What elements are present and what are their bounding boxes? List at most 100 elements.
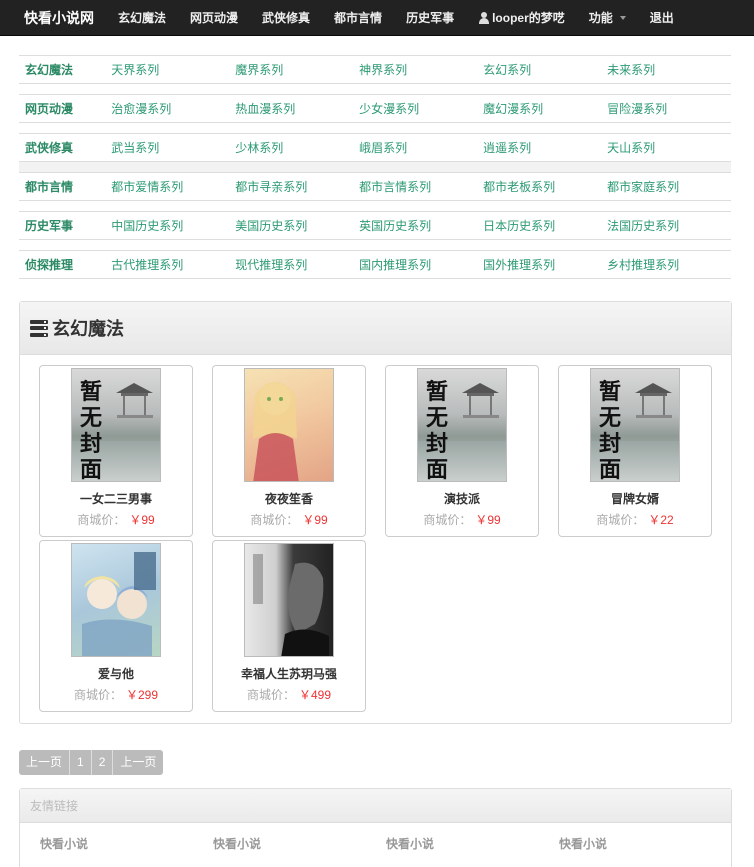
pavilion-illustration xyxy=(631,381,676,421)
category-link[interactable]: 天山系列 xyxy=(607,139,731,156)
friend-link[interactable]: 快看小说 xyxy=(213,835,261,852)
price-label: 商城价： xyxy=(246,688,295,702)
nav-item-anime[interactable]: 网页动漫 xyxy=(178,0,250,36)
category-link[interactable]: 峨眉系列 xyxy=(359,139,483,156)
book-cover[interactable]: 暂无封面 xyxy=(417,368,507,482)
nav-user[interactable]: looper的梦呓 xyxy=(466,0,577,36)
book-card[interactable]: 幸福人生苏玥马强 商城价： ￥499 xyxy=(212,540,366,712)
book-panel: 玄幻魔法 暂无封面 一女二三男事 商城价： ￥99 夜夜笙香 商城价： ￥99 暂无… xyxy=(19,301,732,724)
category-link[interactable]: 都市言情系列 xyxy=(359,178,483,195)
category-heading[interactable]: 历史军事 xyxy=(19,217,111,234)
category-row: 历史军事 中国历史系列 美国历史系列 英国历史系列 日本历史系列 法国历史系列 xyxy=(19,211,731,240)
category-heading[interactable]: 侦探推理 xyxy=(19,256,111,273)
category-link[interactable]: 逍遥系列 xyxy=(483,139,607,156)
category-link[interactable]: 日本历史系列 xyxy=(483,217,607,234)
book-title[interactable]: 演技派 xyxy=(386,490,538,507)
book-price: 商城价： ￥99 xyxy=(386,511,538,528)
friend-link[interactable]: 快看小说 xyxy=(40,835,88,852)
nav-item-xuanhuan[interactable]: 玄幻魔法 xyxy=(106,0,178,36)
book-card[interactable]: 暂无封面 冒牌女婿 商城价： ￥22 xyxy=(558,365,712,537)
friend-link[interactable]: 快看小说 xyxy=(559,835,607,852)
nav-item-urban[interactable]: 都市言情 xyxy=(322,0,394,36)
nav-item-history[interactable]: 历史军事 xyxy=(394,0,466,36)
category-link[interactable]: 玄幻系列 xyxy=(483,61,607,78)
nav-function-label: 功能 xyxy=(588,10,613,25)
book-title[interactable]: 爱与他 xyxy=(40,665,192,682)
page-2-button[interactable]: 2 xyxy=(91,750,114,775)
category-link[interactable]: 都市寻亲系列 xyxy=(235,178,359,195)
category-row: 侦探推理 古代推理系列 现代推理系列 国内推理系列 国外推理系列 乡村推理系列 xyxy=(19,250,731,279)
category-row: 玄幻魔法 天界系列 魔界系列 神界系列 玄幻系列 未来系列 xyxy=(19,55,731,84)
book-price: 商城价： ￥22 xyxy=(559,511,711,528)
caret-down-icon xyxy=(619,15,626,20)
book-card[interactable]: 夜夜笙香 商城价： ￥99 xyxy=(212,365,366,537)
category-link[interactable]: 治愈漫系列 xyxy=(111,100,235,117)
category-link[interactable]: 现代推理系列 xyxy=(235,256,359,273)
cover-placeholder-text: 暂无封面 xyxy=(599,379,622,482)
book-cover[interactable]: 暂无封面 xyxy=(71,368,161,482)
category-row: 武侠修真 武当系列 少林系列 峨眉系列 逍遥系列 天山系列 xyxy=(19,133,731,162)
category-link[interactable]: 少女漫系列 xyxy=(359,100,483,117)
category-link[interactable]: 魔界系列 xyxy=(235,61,359,78)
category-link[interactable]: 未来系列 xyxy=(607,61,731,78)
book-cover[interactable] xyxy=(71,543,161,657)
book-card[interactable]: 爱与他 商城价： ￥299 xyxy=(39,540,193,712)
book-cover[interactable] xyxy=(244,543,334,657)
category-link[interactable]: 乡村推理系列 xyxy=(607,256,731,273)
price-value: ￥499 xyxy=(298,688,332,702)
category-link[interactable]: 古代推理系列 xyxy=(111,256,235,273)
category-link[interactable]: 国内推理系列 xyxy=(359,256,483,273)
list-icon xyxy=(30,319,48,337)
category-link[interactable]: 国外推理系列 xyxy=(483,256,607,273)
category-link[interactable]: 法国历史系列 xyxy=(607,217,731,234)
friend-link[interactable]: 快看小说 xyxy=(386,835,434,852)
book-cover[interactable] xyxy=(244,368,334,482)
category-row: 网页动漫 治愈漫系列 热血漫系列 少女漫系列 魔幻漫系列 冒险漫系列 xyxy=(19,94,731,123)
category-link[interactable]: 都市家庭系列 xyxy=(607,178,731,195)
nav-item-wuxia[interactable]: 武侠修真 xyxy=(250,0,322,36)
category-heading[interactable]: 玄幻魔法 xyxy=(19,61,111,78)
portrait-illustration xyxy=(253,554,329,656)
category-heading[interactable]: 武侠修真 xyxy=(19,139,111,156)
top-navbar: 快看小说网 玄幻魔法 网页动漫 武侠修真 都市言情 历史军事 looper的梦呓… xyxy=(0,0,754,36)
category-link[interactable]: 少林系列 xyxy=(235,139,359,156)
category-link[interactable]: 美国历史系列 xyxy=(235,217,359,234)
panel-title: 玄幻魔法 xyxy=(52,319,124,339)
page-1-button[interactable]: 1 xyxy=(70,750,92,775)
category-link[interactable]: 神界系列 xyxy=(359,61,483,78)
book-card[interactable]: 暂无封面 演技派 商城价： ￥99 xyxy=(385,365,539,537)
price-value: ￥22 xyxy=(648,513,674,527)
nav-user-name: looper的梦呓 xyxy=(492,10,565,25)
category-link[interactable]: 热血漫系列 xyxy=(235,100,359,117)
category-link[interactable]: 天界系列 xyxy=(111,61,235,78)
book-title[interactable]: 幸福人生苏玥马强 xyxy=(213,665,365,682)
category-heading[interactable]: 都市言情 xyxy=(19,178,111,195)
book-price: 商城价： ￥499 xyxy=(213,686,365,703)
site-brand[interactable]: 快看小说网 xyxy=(0,0,106,36)
category-row: 都市言情 都市爱情系列 都市寻亲系列 都市言情系列 都市老板系列 都市家庭系列 xyxy=(19,172,731,201)
category-heading[interactable]: 网页动漫 xyxy=(19,100,111,117)
category-link[interactable]: 冒险漫系列 xyxy=(607,100,731,117)
prev-page-button[interactable]: 上一页 xyxy=(19,750,71,775)
book-price: 商城价： ￥99 xyxy=(40,511,192,528)
book-cover[interactable]: 暂无封面 xyxy=(590,368,680,482)
category-link[interactable]: 都市爱情系列 xyxy=(111,178,235,195)
price-value: ￥99 xyxy=(475,513,501,527)
category-link[interactable]: 都市老板系列 xyxy=(483,178,607,195)
category-table: 玄幻魔法 天界系列 魔界系列 神界系列 玄幻系列 未来系列 网页动漫 治愈漫系列… xyxy=(19,55,731,289)
book-price: 商城价： ￥99 xyxy=(213,511,365,528)
category-link[interactable]: 魔幻漫系列 xyxy=(483,100,607,117)
book-title[interactable]: 夜夜笙香 xyxy=(213,490,365,507)
book-card[interactable]: 暂无封面 一女二三男事 商城价： ￥99 xyxy=(39,365,193,537)
book-title[interactable]: 一女二三男事 xyxy=(40,490,192,507)
category-link[interactable]: 中国历史系列 xyxy=(111,217,235,234)
category-link[interactable]: 英国历史系列 xyxy=(359,217,483,234)
book-title[interactable]: 冒牌女婿 xyxy=(559,490,711,507)
last-prev-page-button[interactable]: 上一页 xyxy=(113,750,164,775)
nav-function-dropdown[interactable]: 功能 xyxy=(577,0,638,36)
friend-links-title: 友情链接 xyxy=(20,789,731,823)
category-link[interactable]: 武当系列 xyxy=(111,139,235,156)
pavilion-illustration xyxy=(458,381,503,421)
price-label: 商城价： xyxy=(77,513,126,527)
nav-logout[interactable]: 退出 xyxy=(638,0,686,36)
